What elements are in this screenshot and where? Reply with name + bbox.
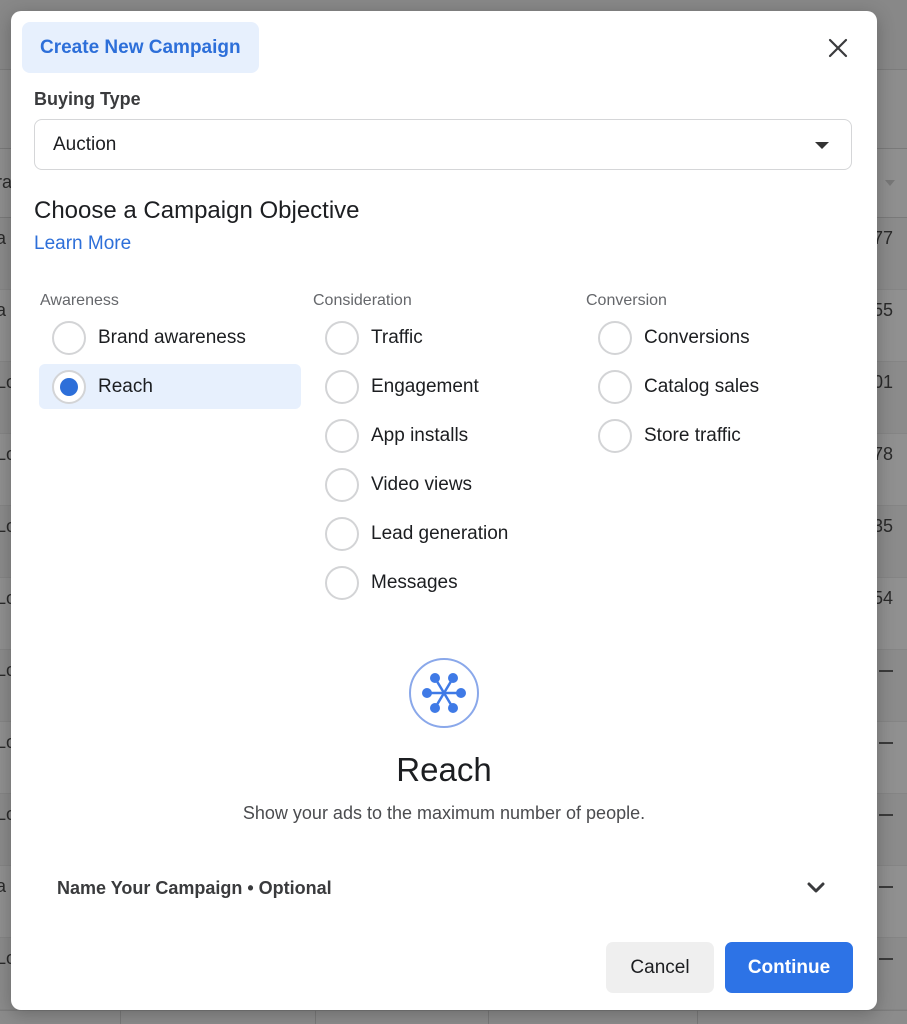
column-heading: Awareness — [40, 292, 119, 309]
modal-title: Create New Campaign — [40, 36, 241, 58]
objective-detail-description: Show your ads to the maximum number of p… — [242, 803, 646, 823]
radio-button-selected[interactable] — [52, 369, 86, 404]
create-campaign-modal: Create New Campaign Buying Type Auction … — [11, 11, 877, 1010]
objective-option-engagement[interactable]: Engagement — [312, 364, 574, 409]
chevron-down-icon — [807, 882, 825, 893]
objective-column-awareness: Awareness Brand awareness Reach — [39, 291, 301, 413]
objective-option-video-views[interactable]: Video views — [312, 462, 574, 507]
option-label: Store traffic — [644, 424, 741, 446]
radio-button[interactable] — [325, 369, 359, 404]
radio-button[interactable] — [598, 418, 632, 453]
objective-option-brand-awareness[interactable]: Brand awareness — [39, 315, 301, 360]
modal-title-tab: Create New Campaign — [22, 22, 259, 73]
option-label: Conversions — [644, 326, 750, 348]
background-empty-dash — [879, 814, 893, 816]
background-column-divider — [315, 1010, 316, 1024]
background-cell-text: a — [0, 876, 7, 896]
objective-option-messages[interactable]: Messages — [312, 560, 574, 605]
option-label: App installs — [371, 424, 469, 446]
option-label: Reach — [98, 375, 153, 397]
objective-column-consideration: Consideration Traffic Engagement App ins… — [312, 291, 574, 609]
background-cell-text: a — [0, 300, 7, 320]
radio-button[interactable] — [598, 369, 632, 404]
objective-option-lead-generation[interactable]: Lead generation — [312, 511, 574, 556]
radio-button[interactable] — [325, 467, 359, 502]
objective-option-conversions[interactable]: Conversions — [585, 315, 847, 360]
radio-selected-dot — [60, 377, 78, 396]
objective-option-traffic[interactable]: Traffic — [312, 315, 574, 360]
objective-option-reach[interactable]: Reach — [39, 364, 301, 409]
objective-option-app-installs[interactable]: App installs — [312, 413, 574, 458]
objective-option-store-traffic[interactable]: Store traffic — [585, 413, 847, 458]
radio-button[interactable] — [325, 320, 359, 355]
cancel-button[interactable]: Cancel — [606, 942, 714, 993]
radio-button[interactable] — [325, 565, 359, 600]
background-column-divider — [488, 1010, 489, 1024]
name-campaign-label: Name Your Campaign • Optional — [57, 877, 332, 898]
column-heading: Consideration — [313, 292, 412, 309]
background-column-divider — [697, 1010, 698, 1024]
background-empty-dash — [879, 886, 893, 888]
name-campaign-toggle[interactable]: Name Your Campaign • Optional — [57, 873, 831, 903]
reach-network-icon — [408, 657, 480, 729]
background-empty-dash — [879, 742, 893, 744]
objective-column-conversion: Conversion Conversions Catalog sales Sto… — [585, 291, 847, 462]
buying-type-label: Buying Type — [34, 89, 141, 109]
background-empty-dash — [879, 958, 893, 960]
objective-detail-title: Reach — [396, 751, 492, 788]
radio-button[interactable] — [52, 320, 86, 355]
objective-option-catalog-sales[interactable]: Catalog sales — [585, 364, 847, 409]
radio-button[interactable] — [325, 418, 359, 453]
radio-button[interactable] — [325, 516, 359, 551]
option-label: Video views — [371, 473, 473, 495]
column-heading: Conversion — [586, 292, 667, 309]
background-column-divider — [120, 1010, 121, 1024]
dropdown-caret-icon — [815, 142, 829, 149]
background-cell-text: a — [0, 228, 7, 248]
objective-heading: Choose a Campaign Objective — [34, 197, 360, 224]
background-empty-dash — [879, 670, 893, 672]
option-label: Lead generation — [371, 522, 509, 544]
learn-more-link[interactable]: Learn More — [34, 233, 131, 255]
background-bottom-row — [0, 1010, 907, 1024]
option-label: Traffic — [371, 326, 423, 348]
option-label: Messages — [371, 571, 458, 593]
buying-type-select[interactable]: Auction — [34, 119, 852, 170]
continue-button[interactable]: Continue — [725, 942, 853, 993]
background-sort-caret-icon — [885, 180, 895, 186]
radio-button[interactable] — [598, 320, 632, 355]
option-label: Engagement — [371, 375, 479, 397]
option-label: Catalog sales — [644, 375, 760, 397]
close-button[interactable] — [825, 35, 851, 61]
close-icon — [828, 38, 848, 58]
buying-type-value: Auction — [53, 133, 117, 155]
option-label: Brand awareness — [98, 326, 246, 348]
